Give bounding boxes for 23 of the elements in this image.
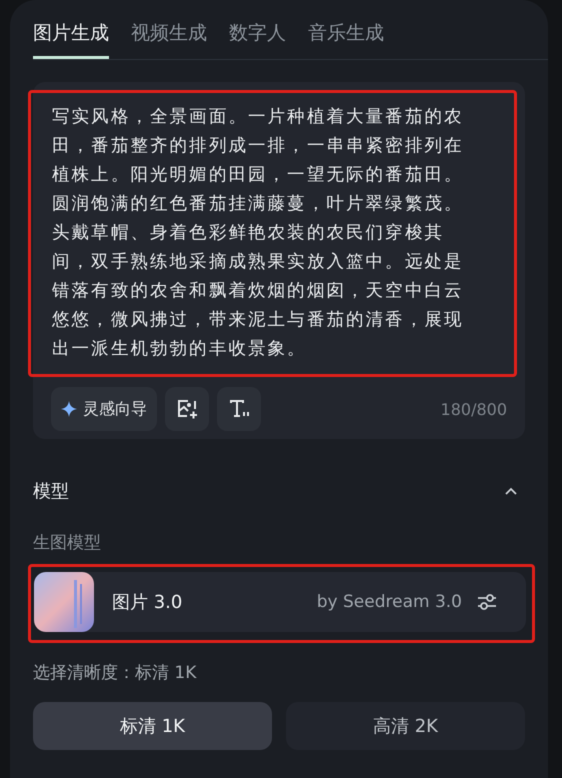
tab[interactable]: 数字人	[229, 20, 286, 59]
field-label: 生图模型	[33, 532, 102, 554]
character-counter: 180/800	[440, 400, 507, 418]
prompt-text[interactable]: 写实风格，全景画面。一片种植着大量番茄的农田，番茄整齐的排列成一排，一串串紧密排列在植株上。阳光明媚的田园，一望无际的番茄田。圆润饱满的红色番茄挂满藤蔓，叶片翠绿繁茂。头戴草帽、身着色彩鲜艳农装的农民们穿梭其间，双手熟练地采摘成熟果实放入篮中。远处是错落有致的农舍和飘着炊烟的烟囱，天空中白云悠悠，微风拂过，带来泥土与番茄的清香，展现出一派生机勃勃的丰收景象。	[52, 103, 477, 364]
resolution-option[interactable]: 标清 1K	[33, 702, 272, 750]
inspiration-button[interactable]: 灵感向导	[51, 387, 157, 431]
resolution-option[interactable]: 高清 2K	[286, 702, 525, 750]
chevron-icon[interactable]	[504, 486, 518, 496]
sparkle-icon	[61, 401, 77, 417]
resolution-label: 选择清晰度：标清 1K	[33, 662, 198, 684]
add-image-icon	[176, 398, 198, 420]
tab[interactable]: 音乐生成	[308, 20, 384, 59]
model-card[interactable]: 图片 3.0 by Seedream 3.0	[34, 572, 526, 632]
add-image-button[interactable]	[165, 387, 209, 431]
model-thumbnail	[34, 572, 94, 632]
tab[interactable]: 图片生成	[33, 20, 109, 59]
model-provider: by Seedream 3.0	[316, 592, 462, 612]
section-title: 模型	[33, 480, 69, 503]
model-name: 图片 3.0	[112, 591, 182, 614]
tab[interactable]: 视频生成	[131, 20, 207, 59]
settings-icon[interactable]	[476, 592, 498, 612]
text-icon	[228, 398, 250, 420]
text-style-button[interactable]	[217, 387, 261, 431]
